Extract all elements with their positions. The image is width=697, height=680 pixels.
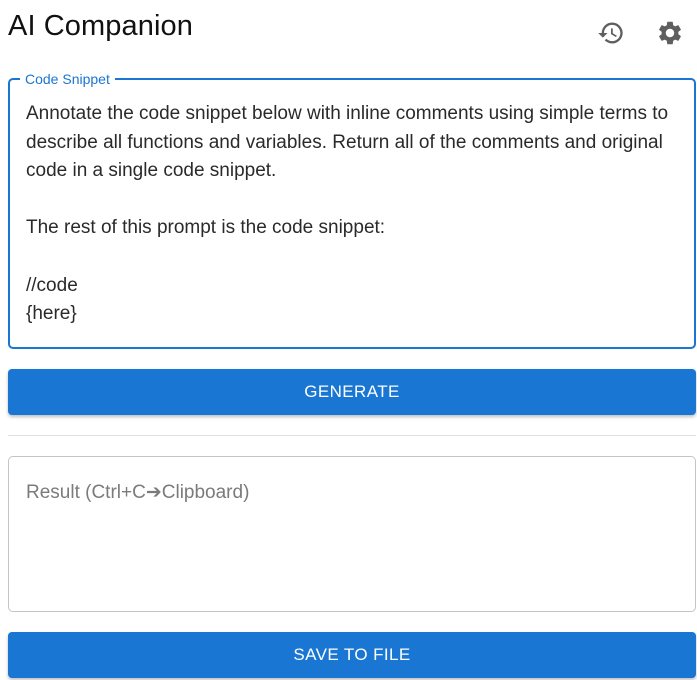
history-button[interactable]	[594, 16, 628, 50]
code-snippet-label: Code Snippet	[20, 71, 115, 87]
code-snippet-input[interactable]: Annotate the code snippet below with inl…	[26, 100, 680, 329]
app-root: AI Companion Code Snippet Annotate the c…	[0, 0, 697, 680]
app-title: AI Companion	[8, 10, 193, 42]
history-icon	[598, 22, 623, 44]
generate-button[interactable]: GENERATE	[8, 369, 696, 415]
gear-icon	[659, 21, 681, 45]
divider	[8, 435, 696, 436]
result-field[interactable]: Result (Ctrl+C➔Clipboard)	[8, 456, 696, 612]
settings-button[interactable]	[653, 16, 687, 50]
code-snippet-field[interactable]: Code Snippet Annotate the code snippet b…	[8, 71, 696, 349]
save-to-file-button[interactable]: SAVE TO FILE	[8, 632, 696, 678]
result-placeholder: Result (Ctrl+C➔Clipboard)	[26, 482, 250, 503]
header: AI Companion	[8, 0, 697, 60]
